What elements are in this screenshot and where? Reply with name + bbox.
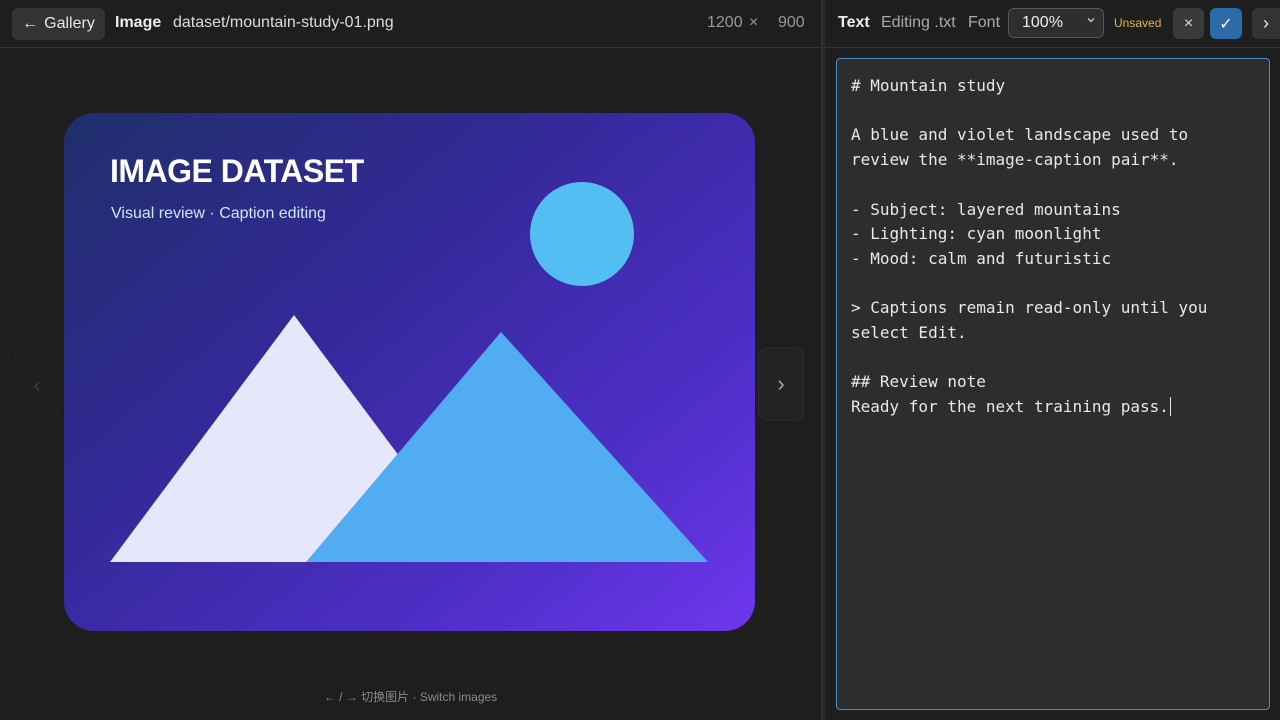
image-preview: IMAGE DATASET Visual review · Caption ed… <box>64 113 755 631</box>
text-cursor <box>1169 397 1171 417</box>
moon-shape <box>530 182 634 286</box>
next-image-button[interactable]: › <box>758 347 804 421</box>
checkmark-icon: ✓ <box>1219 15 1233 33</box>
previous-image-button[interactable]: ‹ <box>14 348 60 422</box>
back-to-gallery-button[interactable]: ← Gallery <box>12 8 105 40</box>
image-subtitle-text: Visual review · Caption editing <box>111 205 326 222</box>
unsaved-status-badge: Unsaved <box>1114 16 1162 30</box>
arrow-left-icon: ← <box>22 15 39 32</box>
collapse-panel-button[interactable]: › <box>1252 8 1280 39</box>
image-title-text: IMAGE DATASET <box>110 153 364 189</box>
font-zoom-select[interactable]: 100% <box>1008 8 1104 38</box>
editing-mode-label: Editing .txt <box>881 14 956 31</box>
font-label: Font <box>968 14 1001 31</box>
chevron-left-icon: ‹ <box>33 372 41 397</box>
caption-editor-pane: Text Editing .txt Font 100% Unsaved × ✓ … <box>825 0 1280 720</box>
close-icon: × <box>1183 14 1194 32</box>
caption-textarea[interactable]: # Mountain study A blue and violet lands… <box>836 58 1270 710</box>
chevron-down-icon <box>1087 18 1095 23</box>
dimension-separator: × <box>749 14 759 31</box>
font-zoom-value: 100% <box>1022 14 1063 31</box>
back-button-label: Gallery <box>44 15 95 32</box>
discard-changes-button[interactable]: × <box>1173 8 1204 39</box>
keyboard-hint: ← / → 切换图片 · Switch images <box>323 690 498 704</box>
section-title: Image <box>115 14 162 31</box>
save-changes-button[interactable]: ✓ <box>1210 8 1242 39</box>
caption-text: # Mountain study A blue and violet lands… <box>851 76 1208 417</box>
image-height: 900 <box>778 14 805 31</box>
file-path: dataset/mountain-study-01.png <box>173 14 394 31</box>
mountain-illustration <box>110 182 708 562</box>
chevron-right-icon: › <box>777 371 785 396</box>
image-viewer-pane: ← Gallery Image dataset/mountain-study-0… <box>0 0 821 720</box>
editor-toolbar: Text Editing .txt Font 100% Unsaved × ✓ … <box>825 0 1280 48</box>
image-width: 1200 <box>707 14 743 31</box>
editor-title: Text <box>838 14 870 31</box>
chevron-right-icon: › <box>1263 13 1269 33</box>
viewer-toolbar: ← Gallery Image dataset/mountain-study-0… <box>0 0 821 48</box>
